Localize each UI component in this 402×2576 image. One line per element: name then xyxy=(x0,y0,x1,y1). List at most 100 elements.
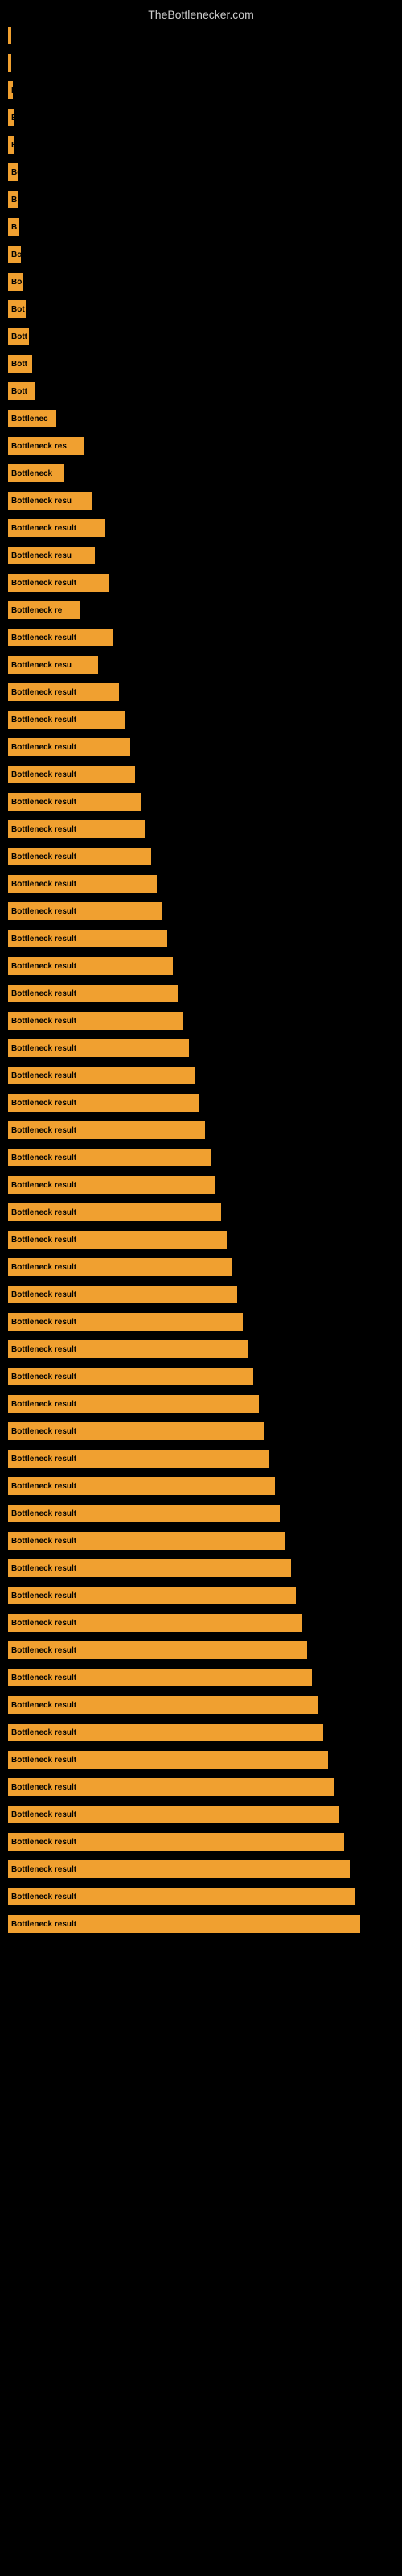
bar-label: Bottleneck result xyxy=(11,1783,76,1792)
bar-fill: B xyxy=(8,109,14,126)
bar-fill: Bottleneck result xyxy=(8,1067,195,1084)
bar-row: Bottleneck result xyxy=(8,517,394,539)
bar-fill: Bottleneck result xyxy=(8,1751,328,1769)
bar-fill: Bottleneck result xyxy=(8,738,130,756)
bar-fill: Bottleneck result xyxy=(8,1833,344,1851)
bar-row: Bottleneck result xyxy=(8,873,394,895)
bar-label: Bottleneck result xyxy=(11,716,76,724)
bar-row: Bott xyxy=(8,353,394,375)
bar-label: Bottleneck result xyxy=(11,1838,76,1847)
bar-fill: Bottleneck result xyxy=(8,1641,307,1659)
bar-row: Bottleneck result xyxy=(8,1831,394,1853)
bar-row: Bottleneck result xyxy=(8,1913,394,1935)
bar-label: Bottleneck result xyxy=(11,989,76,998)
bar-fill: Bottleneck result xyxy=(8,1313,243,1331)
bar-row: Bottleneck result xyxy=(8,1530,394,1552)
bar-label: Bottleneck result xyxy=(11,1619,76,1628)
bar-label: Bottleneck result xyxy=(11,1865,76,1874)
bar-row: Bo xyxy=(8,161,394,184)
bar-fill: E xyxy=(8,81,13,99)
bar-label: Bottleneck re xyxy=(11,606,62,615)
bar-fill: Bottleneck result xyxy=(8,1532,285,1550)
bar-row: Bottleneck result xyxy=(8,1776,394,1798)
bar-row: E xyxy=(8,134,394,156)
bar-fill: Bottleneck result xyxy=(8,1915,360,1933)
bar-fill: Bottleneck xyxy=(8,464,64,482)
bar-label: B xyxy=(11,196,17,204)
bar-fill: Bottleneck result xyxy=(8,1012,183,1030)
bar-label: Bot xyxy=(11,305,25,314)
bar-row: Bottlenec xyxy=(8,407,394,430)
bar-fill: B xyxy=(8,218,19,236)
bar-fill: Bottleneck result xyxy=(8,1094,199,1112)
bar-fill: E xyxy=(8,136,14,154)
bar-fill: Bottleneck result xyxy=(8,930,167,947)
bar-label: Bottleneck result xyxy=(11,1509,76,1518)
bar-fill: Bottleneck result xyxy=(8,957,173,975)
bar-row: Bottleneck result xyxy=(8,1092,394,1114)
bar-row: Bottleneck result xyxy=(8,982,394,1005)
bar-row: E xyxy=(8,79,394,101)
bar-row: Bottleneck result xyxy=(8,1174,394,1196)
bar-row: Bottleneck result xyxy=(8,1584,394,1607)
bar-row: Bottleneck result xyxy=(8,1721,394,1744)
bar-label: Bott xyxy=(11,360,27,369)
bar-row: Bottleneck result xyxy=(8,1201,394,1224)
bar-label: Bottleneck xyxy=(11,469,52,478)
bar-label: B xyxy=(11,114,17,122)
bar-fill: Bottleneck result xyxy=(8,683,119,701)
bar-label: Bottleneck result xyxy=(11,1318,76,1327)
bar-row: Bottleneck result xyxy=(8,1666,394,1689)
bar-fill: Bottleneck result xyxy=(8,1669,312,1686)
bar-fill: Bo xyxy=(8,163,18,181)
bar-label: Bottleneck result xyxy=(11,852,76,861)
bar-row: Bo xyxy=(8,243,394,266)
bar-label: Bottleneck result xyxy=(11,1810,76,1819)
bar-row: Bottleneck result xyxy=(8,1475,394,1497)
bar-fill: Bottleneck result xyxy=(8,1203,221,1221)
bar-label: Bottleneck result xyxy=(11,1537,76,1546)
site-title: TheBottlenecker.com xyxy=(0,2,402,24)
bar-label: Bottleneck result xyxy=(11,1646,76,1655)
bar-label: Bottleneck resu xyxy=(11,551,72,560)
bar-row: Bottleneck result xyxy=(8,818,394,840)
bar-row: Bottleneck result xyxy=(8,900,394,923)
bar-row: B xyxy=(8,106,394,129)
bar-label: Bottleneck result xyxy=(11,524,76,533)
bar-row xyxy=(8,24,394,47)
bar-row: Bottleneck result xyxy=(8,1502,394,1525)
bar-label: Bo xyxy=(11,168,22,177)
bar-row: Bottleneck result xyxy=(8,1612,394,1634)
bar-fill: Bottleneck result xyxy=(8,1806,339,1823)
bar-row: Bottleneck result xyxy=(8,1885,394,1908)
bar-row: Bottleneck res xyxy=(8,435,394,457)
bar-label: Bottlenec xyxy=(11,415,48,423)
bar-row: Bottleneck result xyxy=(8,1393,394,1415)
bar-row: Bottleneck result xyxy=(8,791,394,813)
bar-fill: Bottleneck result xyxy=(8,629,113,646)
bar-fill: Bottleneck result xyxy=(8,1860,350,1878)
bar-label: Bottleneck result xyxy=(11,1674,76,1682)
bar-label: Bottleneck result xyxy=(11,1728,76,1737)
bar-fill: Bott xyxy=(8,382,35,400)
bar-fill: Bottleneck result xyxy=(8,574,109,592)
bar-fill: Bottleneck result xyxy=(8,1724,323,1741)
bar-row: Bottleneck result xyxy=(8,681,394,704)
bar-label: Bottleneck result xyxy=(11,935,76,943)
bar-fill: Bottleneck result xyxy=(8,820,145,838)
bar-fill: Bottleneck result xyxy=(8,1121,205,1139)
bar-label: E xyxy=(11,86,17,95)
bar-row: Bottleneck xyxy=(8,462,394,485)
bar-row: Bottleneck result xyxy=(8,955,394,977)
bar-fill: Bottleneck result xyxy=(8,1587,296,1604)
bar-label: Bott xyxy=(11,387,27,396)
bar-row: Bottleneck result xyxy=(8,1557,394,1579)
bar-row: Bottleneck result xyxy=(8,763,394,786)
bar-fill: Bottlenec xyxy=(8,410,56,427)
bar-label: Bottleneck result xyxy=(11,770,76,779)
bar-row: Bottleneck result xyxy=(8,1037,394,1059)
bar-label: Bottleneck result xyxy=(11,1482,76,1491)
bar-fill xyxy=(8,27,11,44)
bar-label: Bottleneck result xyxy=(11,1345,76,1354)
bar-fill: Bottleneck result xyxy=(8,1696,318,1714)
